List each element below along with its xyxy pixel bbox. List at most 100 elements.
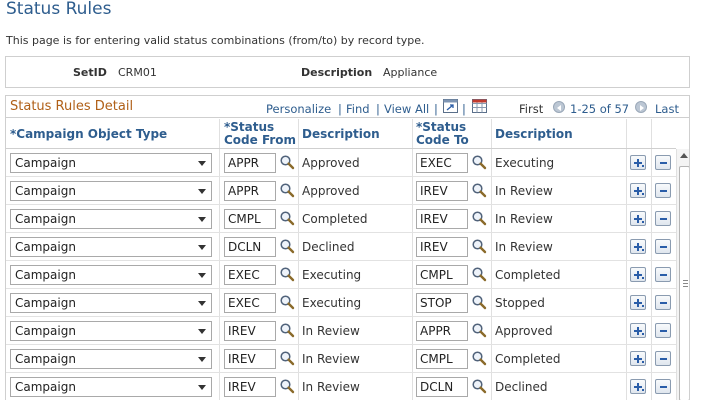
chevron-down-icon[interactable] <box>198 273 206 278</box>
magnifier-icon[interactable] <box>471 294 487 310</box>
find-link[interactable]: Find <box>346 102 370 116</box>
chevron-down-icon[interactable] <box>198 385 206 390</box>
chevron-down-icon[interactable] <box>198 217 206 222</box>
object-type-value: Campaign <box>15 352 76 366</box>
status-from-description: Completed <box>302 212 368 226</box>
personalize-link[interactable]: Personalize <box>266 102 331 116</box>
magnifier-icon[interactable] <box>471 210 487 226</box>
object-type-select[interactable]: Campaign <box>10 153 212 173</box>
status-to-input[interactable]: EXEC <box>416 153 468 173</box>
chevron-down-icon[interactable] <box>198 161 206 166</box>
scrollbar-thumb[interactable] <box>679 166 689 400</box>
view-all-link[interactable]: View All <box>384 102 429 116</box>
status-from-description: Approved <box>302 156 360 170</box>
status-from-input[interactable]: APPR <box>224 181 276 201</box>
add-row-icon[interactable] <box>630 295 646 310</box>
chevron-down-icon[interactable] <box>198 301 206 306</box>
delete-row-icon[interactable] <box>655 211 671 226</box>
column-header-description-from[interactable]: Description <box>302 119 380 149</box>
object-type-select[interactable]: Campaign <box>10 265 212 285</box>
add-row-icon[interactable] <box>630 379 646 394</box>
object-type-select[interactable]: Campaign <box>10 293 212 313</box>
delete-row-icon[interactable] <box>655 295 671 310</box>
status-from-input[interactable]: CMPL <box>224 209 276 229</box>
add-row-icon[interactable] <box>630 351 646 366</box>
magnifier-icon[interactable] <box>471 378 487 394</box>
status-to-input[interactable]: IREV <box>416 237 468 257</box>
column-header-status-from[interactable]: *Status Code From <box>224 121 296 151</box>
delete-row-icon[interactable] <box>655 267 671 282</box>
delete-row-icon[interactable] <box>655 379 671 394</box>
column-header-object-type[interactable]: *Campaign Object Type <box>10 119 216 149</box>
nav-separator: | <box>338 102 342 116</box>
status-to-input[interactable]: IREV <box>416 209 468 229</box>
chevron-down-icon[interactable] <box>198 245 206 250</box>
status-to-input[interactable]: CMPL <box>416 349 468 369</box>
zoom-grid-icon[interactable] <box>443 99 458 113</box>
add-row-icon[interactable] <box>630 155 646 170</box>
add-row-icon[interactable] <box>630 211 646 226</box>
object-type-select[interactable]: Campaign <box>10 181 212 201</box>
delete-row-icon[interactable] <box>655 351 671 366</box>
add-row-icon[interactable] <box>630 183 646 198</box>
status-to-input[interactable]: APPR <box>416 321 468 341</box>
magnifier-icon[interactable] <box>471 266 487 282</box>
chevron-down-icon[interactable] <box>198 189 206 194</box>
status-from-input[interactable]: EXEC <box>224 293 276 313</box>
grid-scrollbar[interactable] <box>676 149 689 400</box>
status-to-input[interactable]: IREV <box>416 181 468 201</box>
status-from-input[interactable]: APPR <box>224 153 276 173</box>
status-to-description: Completed <box>495 352 561 366</box>
status-from-input[interactable]: IREV <box>224 377 276 397</box>
download-spreadsheet-icon[interactable] <box>472 99 487 113</box>
status-from-input[interactable]: IREV <box>224 321 276 341</box>
next-page-icon[interactable] <box>635 101 647 113</box>
status-to-input[interactable]: STOP <box>416 293 468 313</box>
object-type-select[interactable]: Campaign <box>10 237 212 257</box>
add-row-icon[interactable] <box>630 239 646 254</box>
add-row-icon[interactable] <box>630 267 646 282</box>
grid-title: Status Rules Detail <box>10 99 134 114</box>
chevron-down-icon[interactable] <box>198 357 206 362</box>
delete-row-icon[interactable] <box>655 155 671 170</box>
object-type-select[interactable]: Campaign <box>10 321 212 341</box>
scroll-up-icon[interactable] <box>680 153 688 158</box>
magnifier-icon[interactable] <box>471 350 487 366</box>
magnifier-icon[interactable] <box>279 154 295 170</box>
status-from-input[interactable]: IREV <box>224 349 276 369</box>
add-row-icon[interactable] <box>630 323 646 338</box>
previous-page-icon[interactable] <box>553 101 565 113</box>
magnifier-icon[interactable] <box>279 378 295 394</box>
chevron-down-icon[interactable] <box>198 329 206 334</box>
nav-separator: | <box>376 102 380 116</box>
magnifier-icon[interactable] <box>471 182 487 198</box>
object-type-value: Campaign <box>15 268 76 282</box>
delete-row-icon[interactable] <box>655 323 671 338</box>
column-header-status-to[interactable]: *Status Code To <box>416 121 469 151</box>
column-header-description-to[interactable]: Description <box>495 119 573 149</box>
magnifier-icon[interactable] <box>279 210 295 226</box>
object-type-value: Campaign <box>15 240 76 254</box>
magnifier-icon[interactable] <box>471 154 487 170</box>
magnifier-icon[interactable] <box>279 182 295 198</box>
status-from-input[interactable]: EXEC <box>224 265 276 285</box>
delete-row-icon[interactable] <box>655 183 671 198</box>
table-row: Campaign IREV In Review CMPL Completed <box>6 345 676 373</box>
magnifier-icon[interactable] <box>279 238 295 254</box>
object-type-select[interactable]: Campaign <box>10 377 212 397</box>
column-header-status-to-line2: Code To <box>416 133 469 147</box>
magnifier-icon[interactable] <box>279 322 295 338</box>
magnifier-icon[interactable] <box>471 322 487 338</box>
magnifier-icon[interactable] <box>279 266 295 282</box>
magnifier-icon[interactable] <box>279 350 295 366</box>
status-from-description: In Review <box>302 352 360 366</box>
last-link[interactable]: Last <box>655 102 679 116</box>
delete-row-icon[interactable] <box>655 239 671 254</box>
status-from-input[interactable]: DCLN <box>224 237 276 257</box>
status-to-input[interactable]: DCLN <box>416 377 468 397</box>
magnifier-icon[interactable] <box>279 294 295 310</box>
magnifier-icon[interactable] <box>471 238 487 254</box>
status-to-input[interactable]: CMPL <box>416 265 468 285</box>
object-type-select[interactable]: Campaign <box>10 349 212 369</box>
object-type-select[interactable]: Campaign <box>10 209 212 229</box>
